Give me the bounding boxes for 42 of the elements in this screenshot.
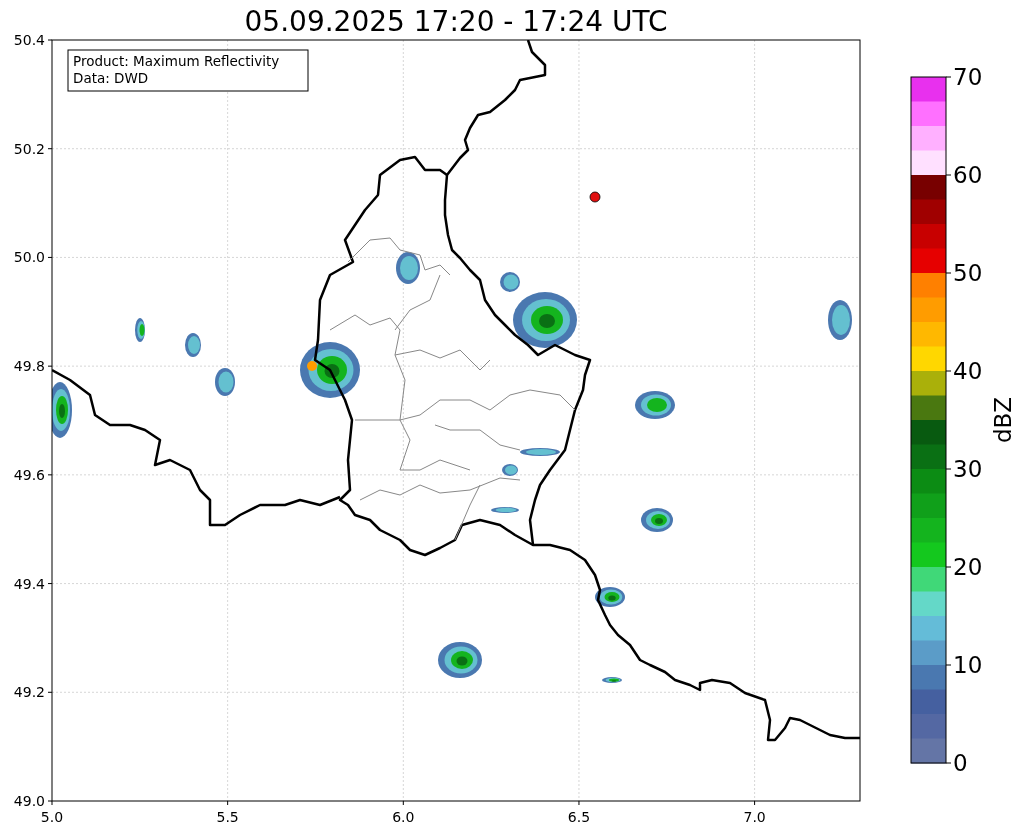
radar-echo — [491, 507, 519, 513]
radar-echo — [520, 448, 560, 456]
y-tick-label: 50.0 — [13, 249, 45, 266]
colorbar-tick-label: 60 — [953, 162, 983, 188]
colorbar-tick-label: 10 — [953, 652, 983, 678]
y-tick-label: 49.0 — [13, 793, 45, 809]
y-tick-label: 50.4 — [13, 32, 45, 48]
radar-echo — [502, 464, 518, 476]
radar-echo — [641, 508, 673, 532]
radar-echo — [185, 333, 201, 357]
colorbar-tick-label: 30 — [953, 456, 983, 482]
info-text: Product: Maximum Reflectivity — [73, 53, 280, 69]
colorbar-tick-label: 20 — [953, 554, 983, 580]
radar-echo — [135, 318, 145, 342]
x-tick-label: 7.0 — [743, 809, 766, 825]
radar-echo — [300, 342, 360, 398]
y-tick-label: 49.8 — [13, 358, 45, 375]
colorbar-label: dBZ — [990, 396, 1016, 444]
colorbar-tick-label: 70 — [953, 64, 983, 90]
radar-echo-core — [307, 361, 317, 371]
y-tick-label: 49.4 — [13, 575, 45, 592]
x-tick-label: 5.0 — [40, 809, 64, 825]
colorbar-tick-label: 50 — [953, 260, 983, 286]
radar-echo — [635, 391, 675, 419]
colorbar-tick-label: 40 — [953, 358, 983, 384]
y-tick-label: 50.2 — [13, 140, 45, 157]
radar-echo — [438, 642, 482, 678]
colorbar-tick-label: 0 — [953, 750, 968, 776]
chart-title: 05.09.2025 17:20 - 17:24 UTC — [244, 5, 668, 38]
radar-echo — [396, 252, 420, 284]
x-tick-label: 6.0 — [392, 809, 415, 825]
location-marker-icon — [589, 191, 601, 203]
radar-echo — [215, 368, 235, 396]
y-tick-label: 49.6 — [13, 466, 45, 483]
radar-echo — [52, 382, 72, 438]
radar-echo — [602, 677, 622, 683]
x-tick-label: 6.5 — [567, 809, 591, 825]
radar-echo — [828, 300, 852, 340]
radar-echo — [595, 587, 625, 607]
y-tick-label: 49.2 — [13, 684, 45, 701]
x-tick-label: 5.5 — [216, 809, 239, 825]
info-text: Data: DWD — [73, 70, 149, 86]
